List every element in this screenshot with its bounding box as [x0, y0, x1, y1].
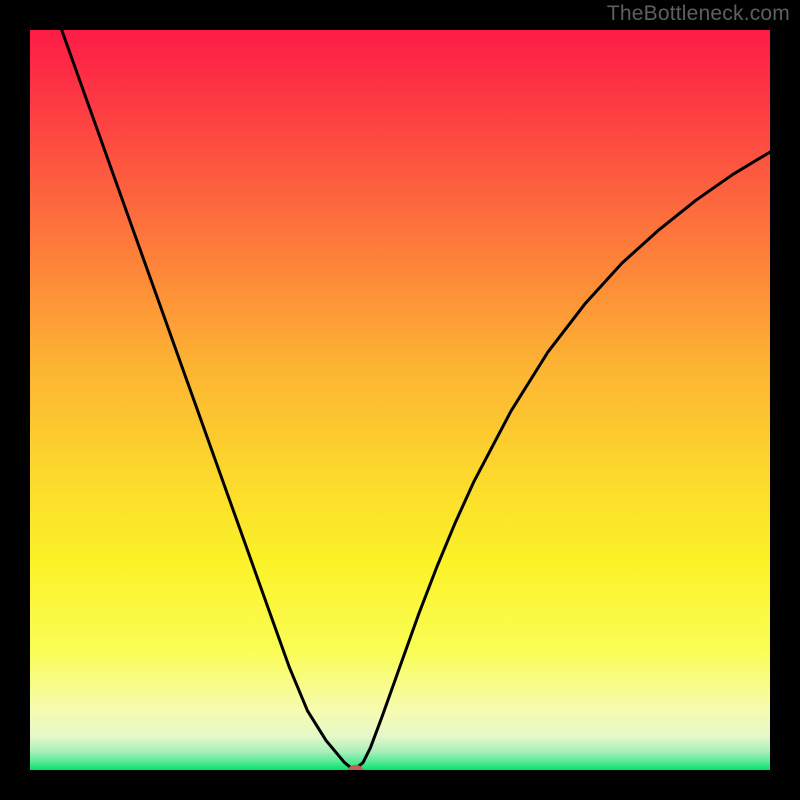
- attribution-text: TheBottleneck.com: [607, 2, 790, 26]
- bottleneck-chart: [30, 30, 770, 770]
- plot-area: [30, 30, 770, 770]
- gradient-background: [30, 30, 770, 770]
- chart-frame: TheBottleneck.com: [0, 0, 800, 800]
